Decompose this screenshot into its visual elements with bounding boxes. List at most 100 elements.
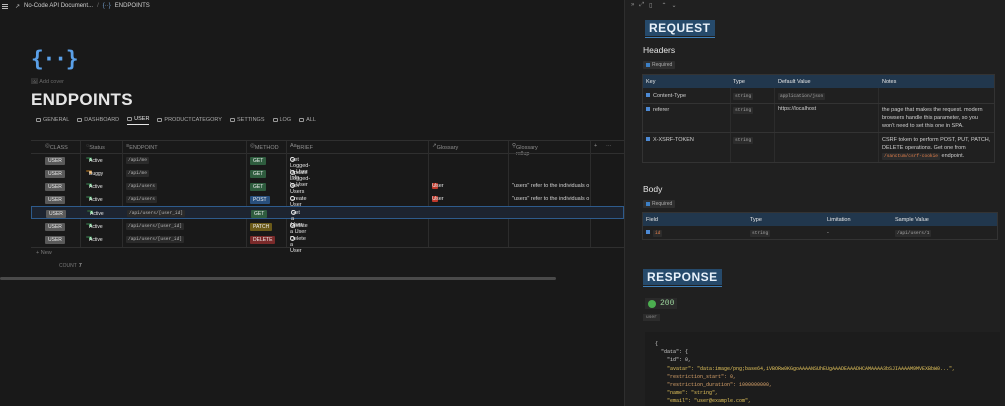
method-tag[interactable]: GET (250, 183, 267, 191)
status-badge[interactable]: Active (86, 183, 103, 190)
new-row-button[interactable]: + New (36, 250, 52, 256)
endpoint-value[interactable]: /api/users/[user_id] (127, 210, 186, 217)
header-key[interactable]: X-XSRF-TOKEN (646, 137, 694, 143)
column-glossary[interactable]: ↗ Glossary (432, 143, 458, 151)
response-code-block[interactable]: { "data": { "id": 0, "avatar": "data:ima… (645, 332, 1000, 406)
glossary-rollup-value: "users" refer to the individuals o (512, 196, 590, 202)
add-cover-button[interactable]: 🖼 Add cover (31, 79, 64, 85)
tab-productcategory[interactable]: PRODUCTCATEGORY (157, 116, 222, 125)
endpoint-value[interactable]: /api/me (126, 157, 149, 164)
table-row[interactable]: USER Active /api/users/[user_id] PATCH U… (31, 220, 624, 235)
endpoint-value[interactable]: /api/users/[user_id] (126, 223, 185, 230)
class-tag[interactable]: USER (45, 157, 65, 165)
method-tag[interactable]: GET (250, 170, 267, 178)
table-row[interactable]: USER Active /api/users POST Create User … (31, 193, 624, 208)
tab-settings[interactable]: SETTINGS (229, 116, 265, 125)
column-glossary-rollup[interactable]: ⚲ Glossary rollup (512, 143, 538, 157)
table-row-selected[interactable]: USER Active /api/users/[user_id] GET Get… (31, 206, 624, 228)
class-tag[interactable]: USER (45, 196, 65, 204)
table-row[interactable]: USER Active /api/users GET Get Users ! Us… (31, 180, 624, 195)
status-badge[interactable]: Active (86, 236, 103, 243)
database-view-tabs: GENERAL DASHBOARD USER PRODUCTCATEGORY S… (36, 116, 316, 125)
endpoint-value[interactable]: /api/users (126, 183, 158, 190)
header-type: string (733, 93, 754, 100)
status-badge[interactable]: Active (87, 210, 104, 217)
breadcrumb-current[interactable]: ENDPOINTS (115, 3, 150, 9)
required-legend: Required (643, 200, 676, 208)
expand-icon[interactable]: ⤢ (639, 2, 644, 9)
tab-log[interactable]: LOG (272, 116, 291, 125)
body-limitation: - (827, 230, 829, 236)
header-notes: CSRF token to perform POST, PUT, PATCH, … (882, 137, 991, 160)
chevron-up-icon[interactable]: ⌃ (661, 2, 666, 9)
table-icon (299, 117, 305, 122)
method-tag[interactable]: GET (250, 157, 267, 165)
code-line: "name": "string", (655, 390, 719, 397)
code-line: { (655, 341, 659, 347)
endpoint-value[interactable]: /api/me (126, 170, 149, 177)
table-icon (229, 117, 235, 122)
column-divider (878, 88, 879, 162)
layout-icon[interactable]: ▯ (649, 2, 652, 9)
endpoint-value[interactable]: /api/users/[user_id] (126, 236, 185, 243)
column-endpoint[interactable]: ≡ ENDPOINT (126, 143, 158, 151)
class-tag[interactable]: USER (45, 223, 65, 231)
code-line: "avatar": "data:image/png;base64,iVBORw0… (655, 365, 956, 372)
status-badge[interactable]: Active (86, 157, 103, 164)
table-icon (157, 117, 163, 122)
body-field[interactable]: id (646, 230, 663, 237)
more-options-button[interactable]: ··· (606, 143, 612, 149)
class-tag[interactable]: USER (45, 236, 65, 244)
code-line: "data": { (655, 349, 689, 356)
column-method[interactable]: ◎ METHOD (250, 143, 279, 151)
column-brief[interactable]: Aa BRIEF (290, 143, 313, 151)
headers-table-header: Key Type Default Value Notes (643, 75, 994, 88)
horizontal-scrollbar[interactable] (0, 277, 556, 280)
status-badge[interactable]: Active (86, 223, 103, 230)
headers-heading: Headers (643, 45, 676, 55)
page-title[interactable]: ENDPOINTS (31, 90, 133, 110)
column-divider (774, 88, 775, 162)
table-row[interactable]: USER Buggy /api/me GET Update Logged-In … (31, 167, 624, 188)
tab-user[interactable]: USER (127, 116, 150, 125)
close-panel-icon[interactable]: » (631, 2, 634, 9)
method-tag[interactable]: PATCH (250, 223, 273, 231)
headers-table: Key Type Default Value Notes Content-Typ… (642, 74, 995, 163)
header-key[interactable]: Content-Type (646, 93, 686, 99)
tab-dashboard[interactable]: DASHBOARD (77, 116, 119, 125)
status-badge[interactable]: Buggy (86, 170, 103, 177)
table-icon (272, 117, 278, 122)
top-bar: ↗ No-Code API Document... / {··} ENDPOIN… (0, 0, 624, 12)
code-line: "id": 0, (655, 357, 692, 364)
add-column-button[interactable]: + (594, 143, 597, 149)
response-heading: RESPONSE (643, 269, 722, 287)
tab-general[interactable]: GENERAL (36, 116, 69, 125)
method-tag[interactable]: POST (250, 196, 270, 204)
endpoint-value[interactable]: /api/users (126, 196, 158, 203)
header-key[interactable]: referer (646, 107, 669, 113)
page-icon[interactable]: {··} (31, 47, 79, 71)
class-tag[interactable]: USER (45, 183, 65, 191)
table-header: ◎ CLASS ◌ Status ≡ ENDPOINT ◎ METHOD Aa … (31, 141, 624, 157)
table-row[interactable]: USER Active /api/me GET Get Logged-In Us… (31, 154, 624, 181)
header-type: string (733, 107, 754, 114)
status-badge[interactable]: Active (86, 196, 103, 203)
status-code-badge: 200 (645, 298, 678, 309)
code-line: "restriction_start": 0, (655, 373, 737, 380)
chevron-down-icon[interactable]: ⌄ (672, 2, 677, 9)
table-row[interactable]: USER Active /api/users/[user_id] DELETE … (31, 233, 624, 254)
column-status[interactable]: ◌ Status (86, 143, 105, 151)
class-tag[interactable]: USER (46, 210, 66, 218)
class-tag[interactable]: USER (45, 170, 65, 178)
breadcrumb-separator: / (97, 3, 99, 9)
method-tag[interactable]: DELETE (250, 236, 276, 244)
tab-all[interactable]: ALL (299, 116, 316, 125)
link-icon: ↗ (15, 3, 21, 10)
required-legend: Required (643, 61, 676, 69)
breadcrumb-parent[interactable]: No-Code API Document... (24, 3, 93, 9)
column-class[interactable]: ◎ CLASS (45, 143, 68, 151)
method-tag[interactable]: GET (251, 210, 268, 218)
body-table: Field Type Limitation Sample Value id st… (642, 212, 998, 240)
menu-icon[interactable] (2, 3, 8, 9)
glossary-rollup-value: "users" refer to the individuals o (512, 183, 590, 189)
